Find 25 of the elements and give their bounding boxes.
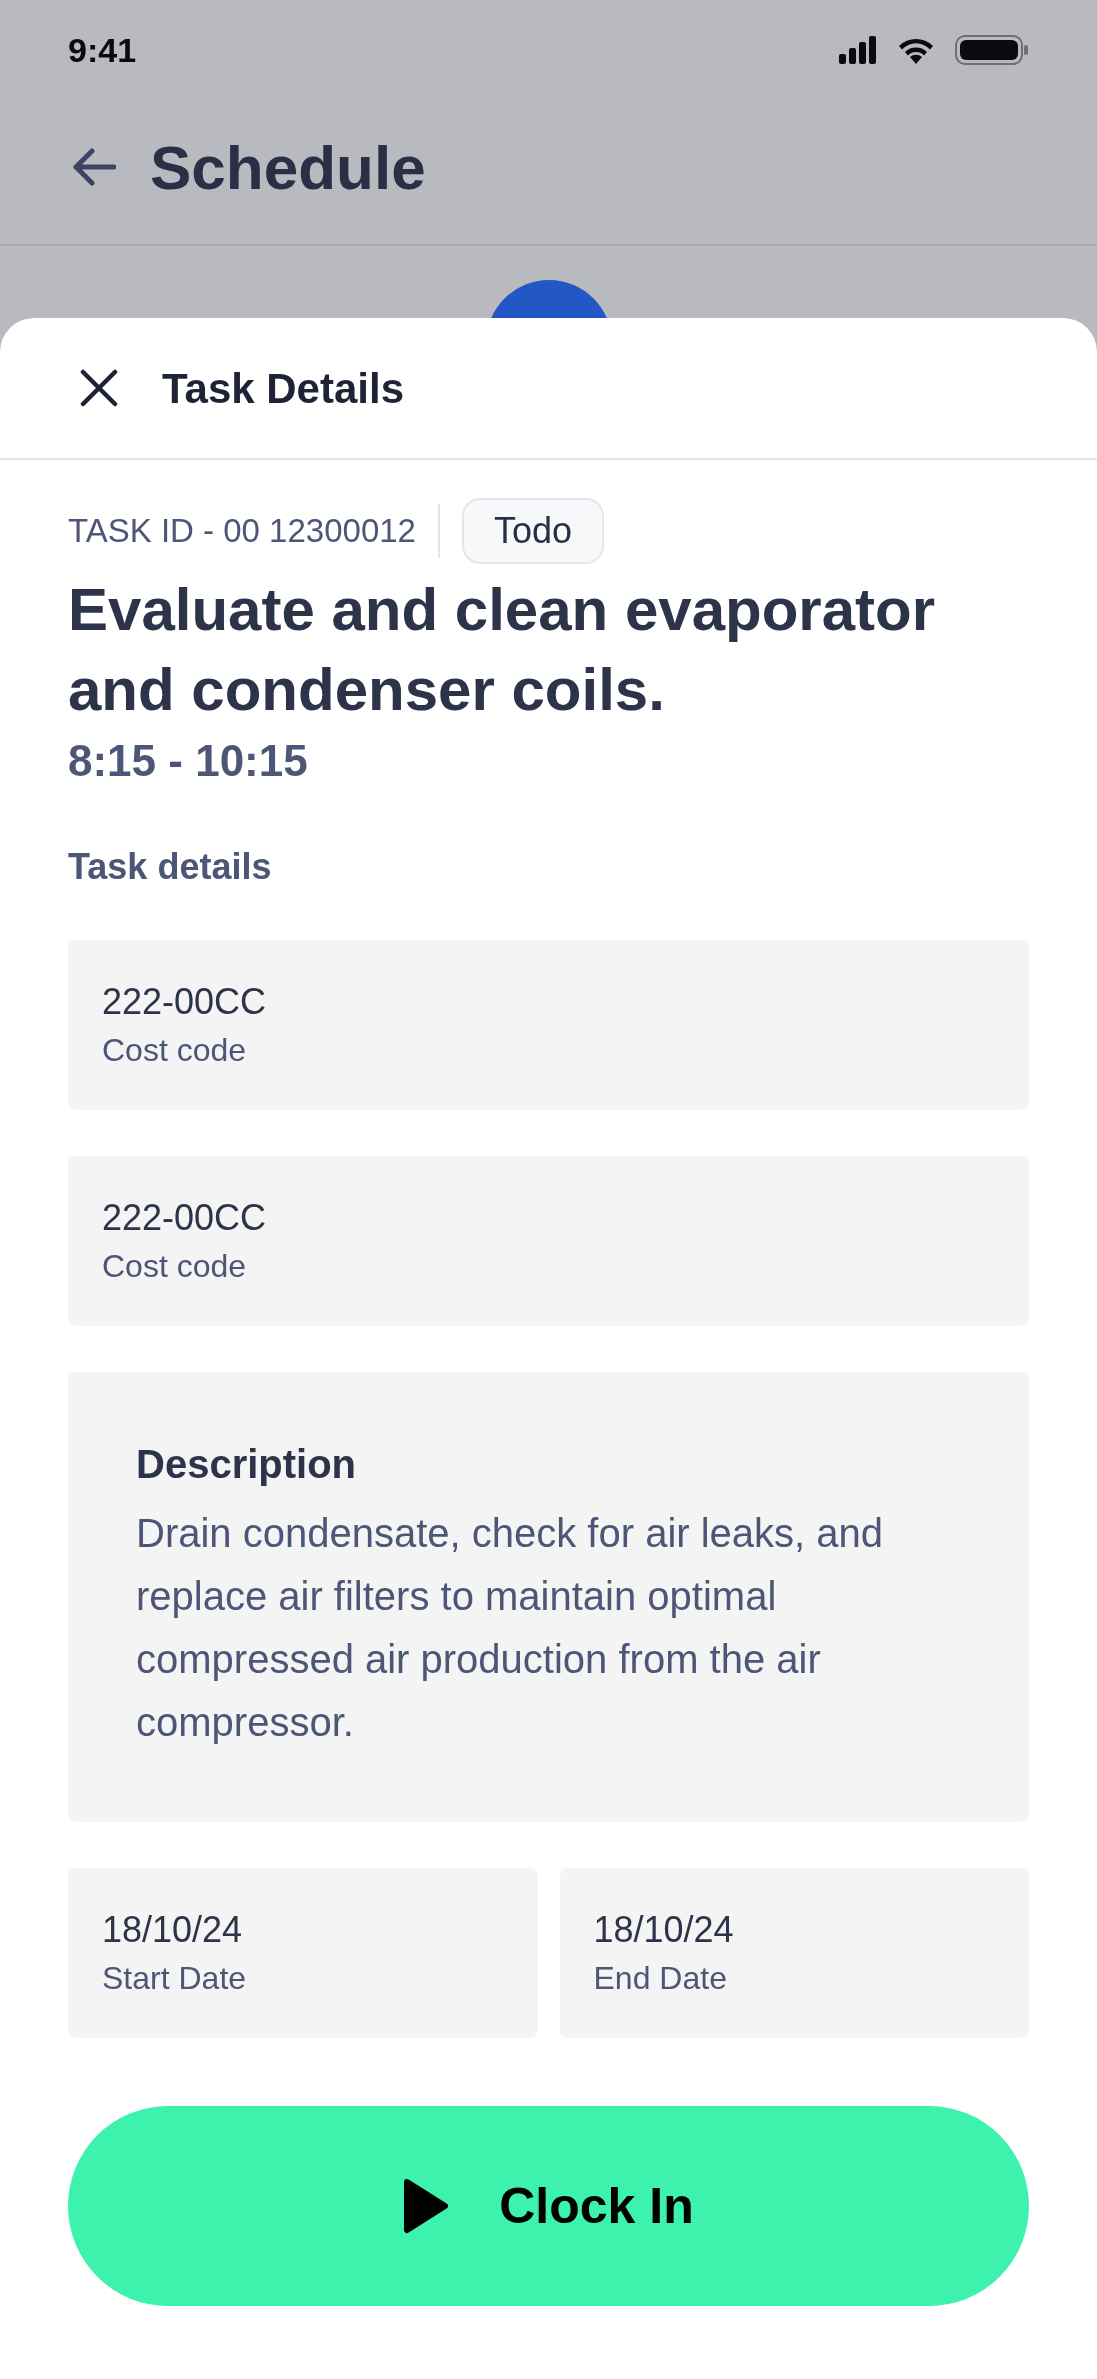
status-badge: Todo bbox=[461, 498, 604, 564]
field-value: 222-00CC bbox=[102, 980, 268, 1024]
field-label: Cost code bbox=[102, 1031, 248, 1070]
task-id: TASK ID - 00 12300012 bbox=[68, 511, 416, 552]
field-label: Cost code bbox=[102, 1247, 248, 1286]
field-value: 18/10/24 bbox=[102, 1908, 244, 1952]
task-title: Evaluate and clean evaporator and condenser coils. bbox=[68, 575, 936, 725]
clock-in-button[interactable]: Clock In bbox=[68, 2106, 1029, 2306]
wifi-icon bbox=[897, 36, 935, 64]
play-icon bbox=[403, 2178, 450, 2234]
status-time: 9:41 bbox=[68, 29, 137, 71]
field-value: 222-00CC bbox=[102, 1196, 268, 1240]
field-value: 18/10/24 bbox=[593, 1908, 735, 1952]
page-title: Schedule bbox=[150, 131, 426, 204]
description-text: Drain condensate, check for air leaks, and replace air filters to maintain optimal compressed air production from the air compressor. bbox=[136, 1510, 885, 1746]
task-time: 8:15 - 10:15 bbox=[68, 735, 309, 787]
sheet-title: Task Details bbox=[162, 363, 404, 414]
section-title: Task details bbox=[68, 845, 273, 889]
field-label: End Date bbox=[593, 1959, 728, 1998]
back-arrow-icon[interactable] bbox=[72, 147, 116, 187]
battery-icon bbox=[955, 35, 1029, 65]
field-label: Start Date bbox=[102, 1959, 248, 1998]
signal-icon bbox=[839, 36, 877, 64]
close-icon[interactable] bbox=[80, 369, 118, 407]
description-title: Description bbox=[136, 1441, 358, 1488]
